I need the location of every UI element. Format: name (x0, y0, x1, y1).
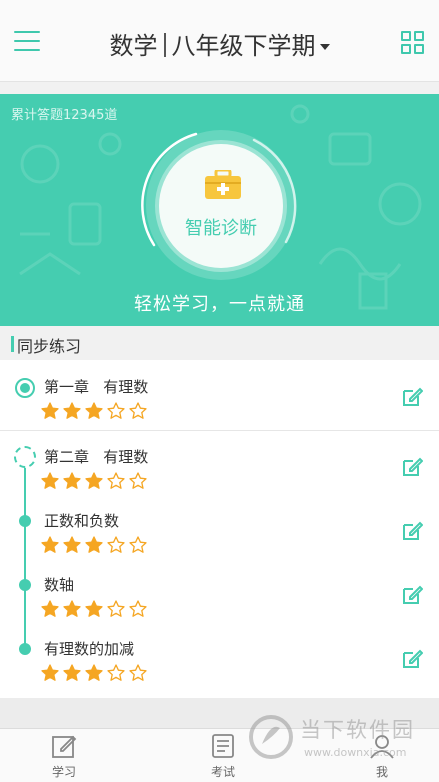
star-filled-icon (41, 402, 59, 419)
star-filled-icon (41, 472, 59, 489)
star-filled-icon (63, 600, 81, 617)
star-filled-icon (63, 472, 81, 489)
diagnosis-banner: 累计答题12345道 智能诊断 轻松学习，一点就通 (0, 94, 439, 326)
list-item[interactable]: 第一章 有理数 (0, 360, 439, 424)
chapter-title: 第二章 有理数 (44, 448, 149, 466)
star-empty-icon (129, 472, 147, 489)
chapter-list: 第一章 有理数 第二章 有理数 正数和负数 数轴 有理数的加减 (0, 360, 439, 698)
grid-apps-icon[interactable] (401, 31, 425, 55)
pencil-square-icon (52, 735, 77, 758)
site-watermark: 当下软件园 www.downxia.com (248, 712, 428, 772)
watermark-brand: 当下软件园 (300, 718, 415, 742)
section-header: 同步练习 (0, 326, 439, 360)
nav-tab-study[interactable]: 学习 (34, 733, 94, 780)
diagnose-label[interactable]: 智能诊断 (159, 214, 283, 240)
lesson-title: 正数和负数 (44, 512, 120, 530)
lesson-title: 数轴 (44, 576, 75, 594)
star-filled-icon (85, 536, 103, 553)
star-filled-icon (85, 402, 103, 419)
star-filled-icon (85, 664, 103, 681)
star-rating (41, 472, 151, 490)
watermark-url: www.downxia.com (304, 746, 407, 759)
chapter-title: 第一章 有理数 (44, 378, 149, 396)
edit-icon[interactable] (401, 520, 423, 542)
diagnose-button[interactable] (159, 144, 283, 268)
star-filled-icon (41, 664, 59, 681)
star-filled-icon (85, 600, 103, 617)
list-item[interactable]: 有理数的加减 (0, 622, 439, 686)
star-empty-icon (107, 600, 125, 617)
edit-icon[interactable] (401, 648, 423, 670)
edit-icon[interactable] (401, 386, 423, 408)
nav-label-study: 学习 (51, 765, 76, 779)
star-empty-icon (129, 600, 147, 617)
watermark-logo-icon (249, 715, 293, 759)
star-rating (41, 402, 151, 420)
star-empty-icon (129, 664, 147, 681)
star-empty-icon (107, 402, 125, 419)
nav-label-exam: 考试 (210, 765, 235, 779)
exam-list-icon (212, 734, 234, 758)
section-title: 同步练习 (17, 337, 82, 356)
star-empty-icon (129, 536, 147, 553)
subject-grade-selector[interactable]: 数学 八年级下学期 (0, 26, 439, 61)
subject-title: 数学 (109, 32, 158, 60)
star-filled-icon (85, 472, 103, 489)
nav-tab-exam[interactable]: 考试 (193, 733, 253, 780)
star-filled-icon (63, 664, 81, 681)
star-filled-icon (63, 402, 81, 419)
star-empty-icon (107, 472, 125, 489)
title-separator (163, 33, 166, 57)
medical-kit-icon (205, 170, 241, 199)
section-accent-bar (11, 336, 14, 352)
banner-slogan: 轻松学习，一点就通 (134, 294, 305, 315)
star-rating (41, 664, 151, 682)
edit-icon[interactable] (401, 456, 423, 478)
list-item[interactable]: 第二章 有理数 (0, 430, 439, 494)
star-filled-icon (41, 536, 59, 553)
list-item[interactable]: 正数和负数 (0, 494, 439, 558)
star-rating (41, 536, 151, 554)
list-item[interactable]: 数轴 (0, 558, 439, 622)
grade-title: 八年级下学期 (171, 32, 316, 60)
star-empty-icon (107, 664, 125, 681)
app-header: 数学 八年级下学期 (0, 0, 439, 82)
lesson-title: 有理数的加减 (44, 640, 135, 658)
caret-down-icon (319, 44, 330, 50)
star-filled-icon (63, 536, 81, 553)
total-answered-count: 累计答题12345道 (11, 108, 118, 123)
star-filled-icon (41, 600, 59, 617)
star-empty-icon (107, 536, 125, 553)
star-rating (41, 600, 151, 618)
edit-icon[interactable] (401, 584, 423, 606)
star-empty-icon (129, 402, 147, 419)
